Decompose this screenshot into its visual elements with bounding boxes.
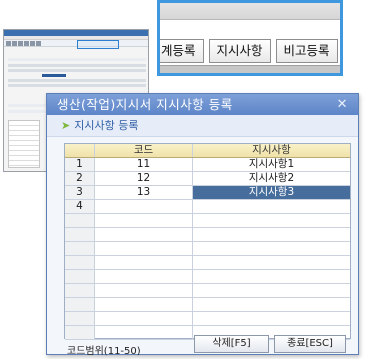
instruction-cell[interactable] (193, 200, 350, 213)
row-number-cell (65, 256, 95, 269)
instruction-cell[interactable] (193, 242, 350, 255)
toolbar-icon (24, 41, 29, 46)
toolbar-icon (30, 41, 35, 46)
row-number-cell: 1 (65, 158, 95, 171)
grid-header-desc[interactable]: 지시사항 (193, 144, 350, 157)
instruction-cell[interactable] (193, 214, 350, 227)
row-number-cell (65, 228, 95, 241)
toolbar-icon (18, 41, 23, 46)
code-cell[interactable] (95, 256, 193, 269)
instruction-cell[interactable] (193, 312, 350, 325)
code-cell[interactable]: 13 (95, 186, 193, 199)
row-number-cell (65, 326, 95, 339)
grid-header-no[interactable] (65, 144, 95, 157)
code-cell[interactable] (95, 214, 193, 227)
chevron-right-icon: ➤ (61, 118, 71, 132)
background-toolbar (4, 40, 148, 47)
code-cell[interactable] (95, 326, 193, 339)
code-range-label: 코드범위(11-50) (67, 346, 141, 357)
highlight-box (77, 40, 119, 49)
instruction-cell[interactable]: 지시사항2 (193, 172, 350, 185)
row-number-cell (65, 312, 95, 325)
table-row[interactable]: 3 13 지시사항3 (65, 186, 350, 200)
row-number-cell (65, 242, 95, 255)
row-number-cell: 4 (65, 200, 95, 213)
table-row[interactable] (65, 284, 350, 298)
instruction-cell[interactable]: 지시사항3 (193, 186, 350, 199)
background-grid-row (8, 64, 146, 67)
background-detail-grid (8, 120, 40, 168)
remarks-register-button[interactable]: 비고등록 (275, 39, 338, 63)
background-selected-cell (42, 74, 66, 77)
dialog-title: 생산(작업)지시서 지시사항 등록 (57, 97, 233, 112)
background-grid-row (8, 84, 146, 87)
instruction-cell[interactable] (193, 270, 350, 283)
table-row[interactable]: 2 12 지시사항2 (65, 172, 350, 186)
background-grid-row (8, 69, 146, 72)
toolbar-icon (12, 41, 17, 46)
background-grid-row (8, 79, 146, 82)
instructions-dialog: 생산(작업)지시서 지시사항 등록 ✕ ➤ 지시사항 등록 코드 지시사항 1 11 지… (46, 93, 359, 357)
toolbar-icon (6, 41, 11, 46)
exit-button[interactable]: 종료[ESC] (274, 335, 346, 353)
table-row[interactable] (65, 214, 350, 228)
code-cell[interactable] (95, 270, 193, 283)
instruction-cell[interactable] (193, 284, 350, 297)
code-cell[interactable]: 11 (95, 158, 193, 171)
instructions-grid: 코드 지시사항 1 11 지시사항1 2 12 지시사항2 3 13 지시사항3 4 (64, 143, 351, 340)
row-number-cell (65, 270, 95, 283)
instruction-cell[interactable] (193, 256, 350, 269)
zoom-bottom-bar (160, 65, 340, 73)
table-row[interactable] (65, 242, 350, 256)
grid-header-code[interactable]: 코드 (95, 144, 193, 157)
close-icon[interactable]: ✕ (337, 94, 348, 115)
table-row[interactable] (65, 270, 350, 284)
screenshot-stage: 계등록 지시사항 비고등록 생산(작업)지시서 지시사항 등록 ✕ ➤ 지시사항… (0, 0, 374, 359)
table-row[interactable] (65, 312, 350, 326)
code-cell[interactable] (95, 200, 193, 213)
section-title: 지시사항 등록 (74, 118, 139, 132)
code-cell[interactable] (95, 312, 193, 325)
dialog-title-bar: 생산(작업)지시서 지시사항 등록 ✕ (47, 94, 358, 115)
row-number-cell: 2 (65, 172, 95, 185)
table-row[interactable]: 4 (65, 200, 350, 214)
section-header: ➤ 지시사항 등록 (47, 115, 358, 137)
code-cell[interactable] (95, 298, 193, 311)
table-row[interactable] (65, 256, 350, 270)
row-number-cell (65, 298, 95, 311)
row-number-cell (65, 214, 95, 227)
code-cell[interactable] (95, 284, 193, 297)
instruction-cell[interactable]: 지시사항1 (193, 158, 350, 171)
zoom-top-bar (160, 3, 340, 20)
code-cell[interactable]: 12 (95, 172, 193, 185)
table-row[interactable] (65, 298, 350, 312)
table-row[interactable]: 1 11 지시사항1 (65, 158, 350, 172)
zoom-inset: 계등록 지시사항 비고등록 (157, 0, 343, 76)
row-number-cell (65, 284, 95, 297)
background-grid-header (8, 58, 146, 61)
instruction-cell[interactable] (193, 228, 350, 241)
grid-header-row: 코드 지시사항 (65, 144, 350, 158)
zoom-button-strip: 계등록 지시사항 비고등록 (160, 39, 340, 63)
row-number-cell: 3 (65, 186, 95, 199)
table-row[interactable] (65, 228, 350, 242)
instruction-cell[interactable] (193, 298, 350, 311)
toolbar-icon (36, 41, 41, 46)
register-button[interactable]: 계등록 (160, 39, 204, 63)
instructions-button[interactable]: 지시사항 (208, 39, 271, 63)
delete-button[interactable]: 삭제[F5] (194, 335, 269, 353)
code-cell[interactable] (95, 228, 193, 241)
code-cell[interactable] (95, 242, 193, 255)
